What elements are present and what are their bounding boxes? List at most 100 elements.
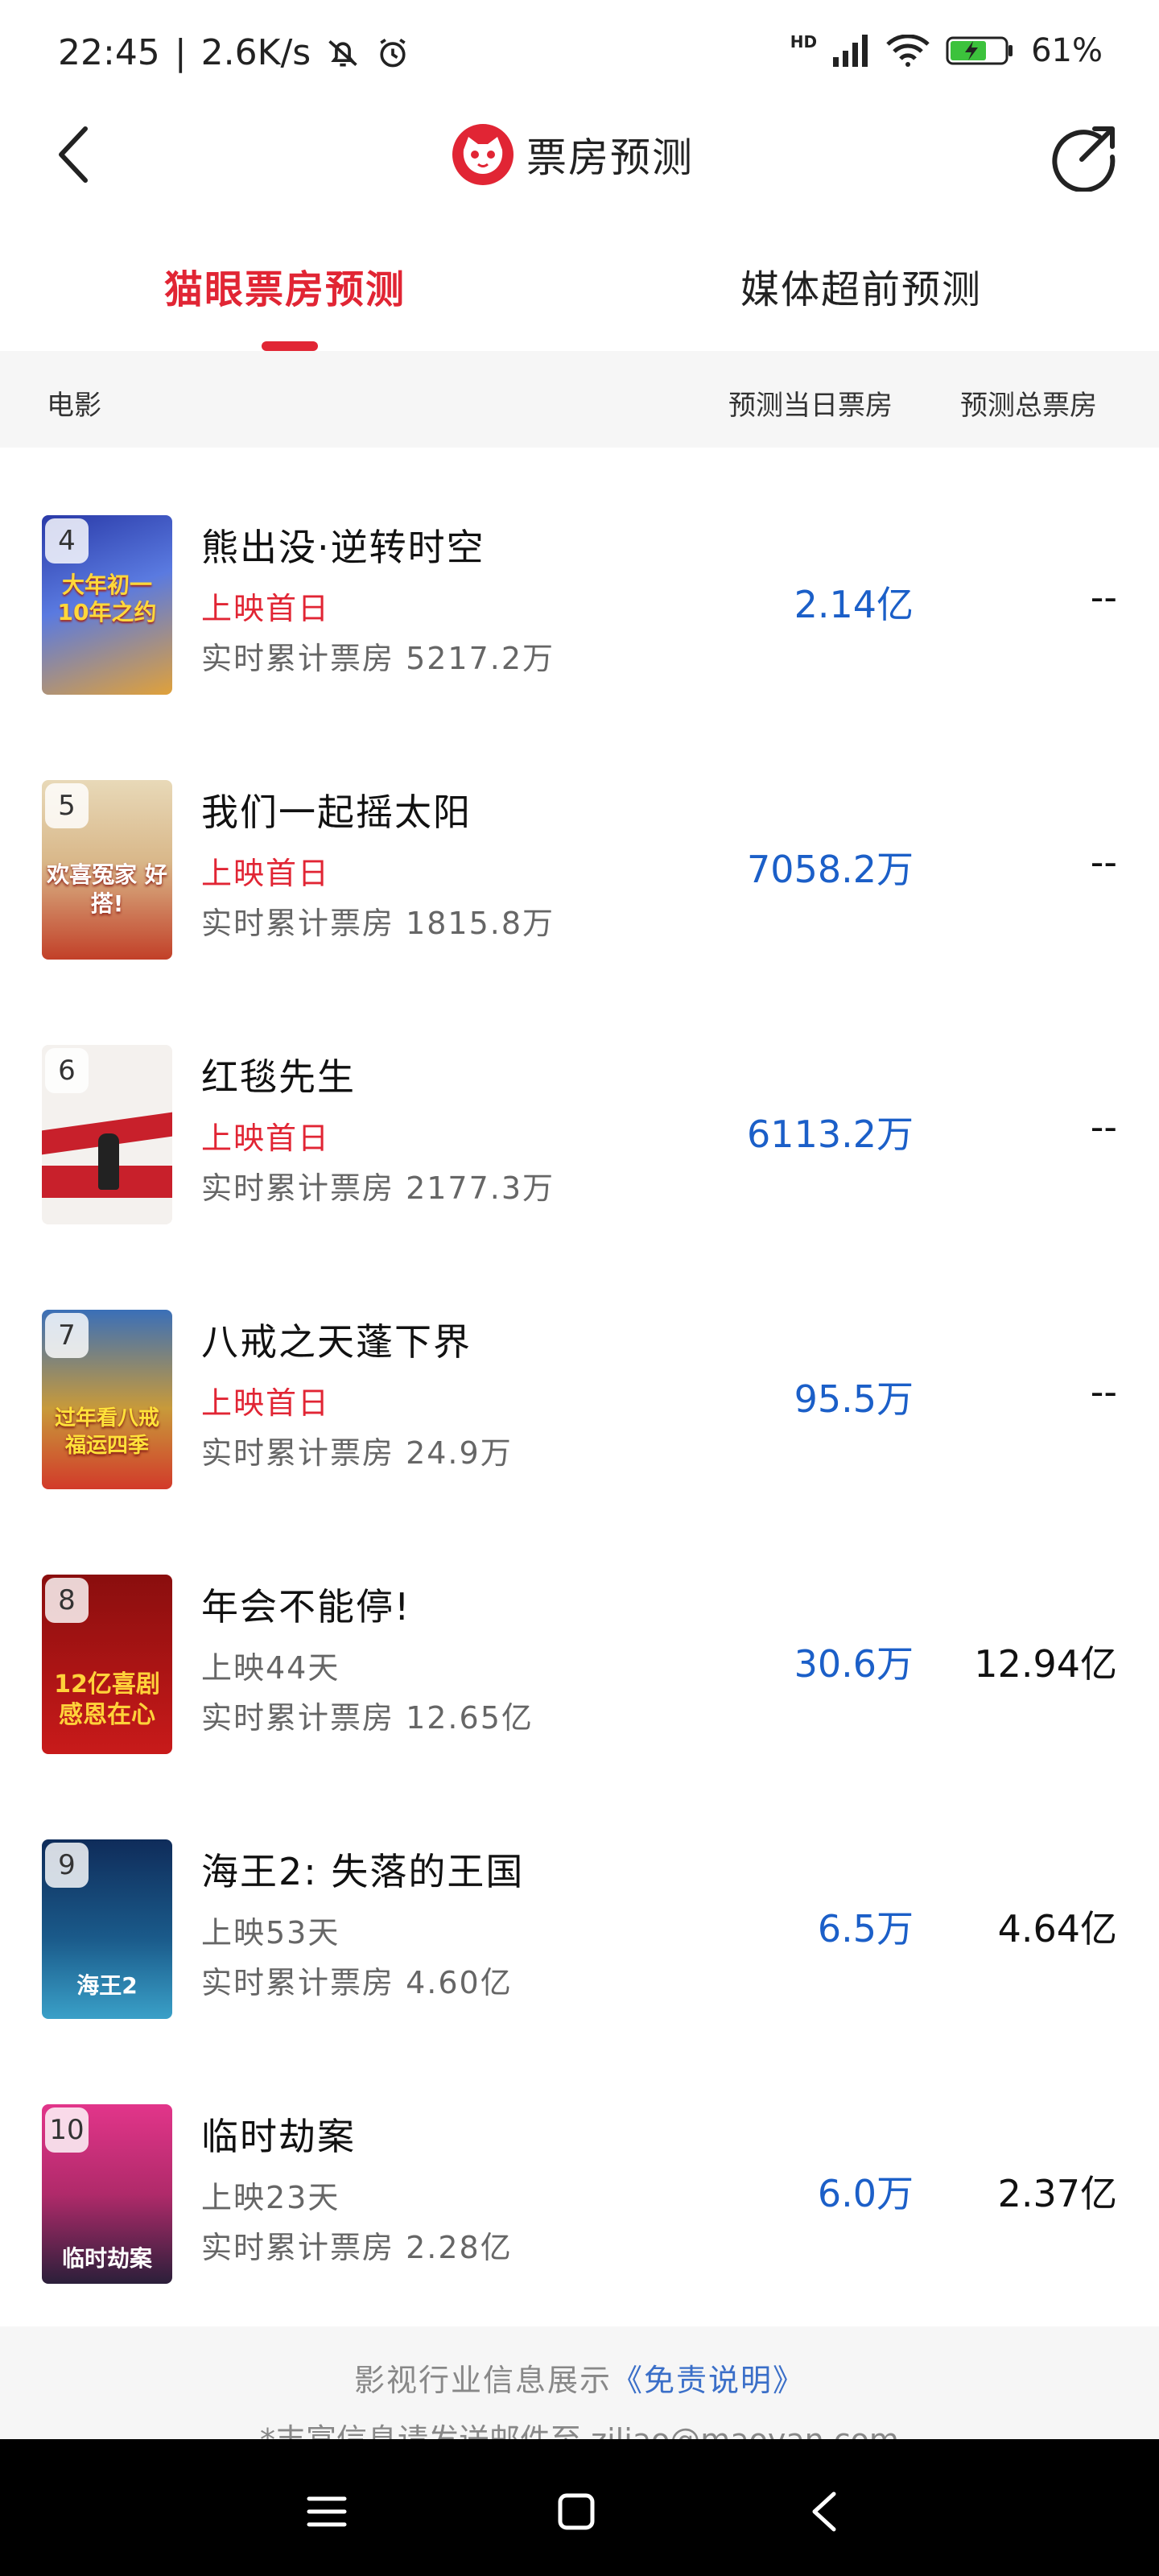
share-icon xyxy=(1052,126,1116,193)
poster-text: 过年看八戒 福运四季 xyxy=(54,1406,159,1458)
status-bar: 22:45 | 2.6K/s HD 61% xyxy=(0,0,1159,105)
movie-title: 八戒之天蓬下界 xyxy=(201,1320,472,1364)
column-header-day-forecast: 预测当日票房 xyxy=(728,390,893,422)
battery-level: 61% xyxy=(1031,32,1103,69)
rank-badge: 4 xyxy=(45,518,89,564)
tab-maoyan-forecast[interactable]: 猫眼票房预测 xyxy=(164,258,406,314)
movie-title: 临时劫案 xyxy=(201,2115,356,2158)
status-divider: | xyxy=(174,32,187,73)
rank-badge: 5 xyxy=(45,783,89,828)
share-button[interactable] xyxy=(1050,122,1119,193)
table-row[interactable]: 大年初一 10年之约 4 熊出没·逆转时空 上映首日 实时累计票房 5217.2… xyxy=(0,483,1159,748)
movie-poster[interactable]: 6 xyxy=(42,1045,172,1224)
rank-badge: 10 xyxy=(45,2107,89,2153)
rank-badge: 7 xyxy=(45,1313,89,1358)
maoyan-cat-logo-icon xyxy=(452,124,514,185)
poster-text: 大年初一 10年之约 xyxy=(57,572,157,625)
movie-title: 我们一起摇太阳 xyxy=(201,791,472,834)
poster-text: 海王2 xyxy=(76,1972,138,1999)
footer-disclaimer: 影视行业信息展示《免责说明》 xyxy=(0,2355,1159,2400)
menu-button[interactable] xyxy=(295,2479,359,2544)
bell-muted-icon xyxy=(328,39,357,66)
poster-text: 12亿喜剧 感恩在心 xyxy=(54,1670,160,1729)
system-back-button[interactable] xyxy=(794,2479,858,2544)
back-button[interactable] xyxy=(42,122,106,187)
title-wrap: 票房预测 xyxy=(451,122,694,187)
rank-badge: 8 xyxy=(45,1578,89,1623)
movie-title: 海王2: 失落的王国 xyxy=(201,1850,525,1893)
alarm-icon xyxy=(380,38,406,67)
release-status: 上映44天 xyxy=(201,1650,340,1686)
page-title: 票房预测 xyxy=(526,134,694,181)
release-status: 上映53天 xyxy=(201,1915,340,1951)
movie-poster[interactable]: 临时劫案 10 xyxy=(42,2104,172,2284)
table-header: 电影 预测当日票房 预测总票房 xyxy=(0,351,1159,448)
rank-badge: 9 xyxy=(45,1843,89,1888)
total-forecast-value: 12.94亿 xyxy=(974,1642,1117,1686)
cumulative-box-office: 实时累计票房 12.65亿 xyxy=(201,1700,534,1736)
footer-contact: *丰富信息请发送邮件至 zjliao@maoyan.com xyxy=(0,2415,1159,2439)
signal-icon xyxy=(833,35,868,67)
poster-text: 欢喜冤家 好搭! xyxy=(47,861,167,917)
rank-badge: 6 xyxy=(45,1048,89,1093)
menu-icon xyxy=(307,2496,347,2527)
tab-bar: 猫眼票房预测 媒体超前预测 xyxy=(0,242,1159,351)
day-forecast-value: 2.14亿 xyxy=(794,583,914,626)
release-status: 上映首日 xyxy=(201,1385,331,1421)
disclaimer-link[interactable]: 《免责说明》 xyxy=(612,2363,805,2398)
movie-poster[interactable]: 12亿喜剧 感恩在心 8 xyxy=(42,1575,172,1754)
total-forecast-value: -- xyxy=(1090,1370,1117,1414)
movie-poster[interactable]: 海王2 9 xyxy=(42,1839,172,2019)
movie-title: 熊出没·逆转时空 xyxy=(201,526,485,569)
day-forecast-value: 6113.2万 xyxy=(747,1113,914,1156)
day-forecast-value: 6.5万 xyxy=(817,1907,914,1951)
footer-info-text: 影视行业信息展示 xyxy=(353,2363,612,2398)
cumulative-box-office: 实时累计票房 1815.8万 xyxy=(201,906,555,941)
status-right: HD 61% xyxy=(790,32,1103,69)
status-left: 22:45 | 2.6K/s xyxy=(58,32,410,73)
wifi-icon xyxy=(886,35,930,67)
table-row[interactable]: 12亿喜剧 感恩在心 8 年会不能停! 上映44天 实时累计票房 12.65亿 … xyxy=(0,1542,1159,1807)
battery-icon xyxy=(946,36,1013,65)
movie-poster[interactable]: 欢喜冤家 好搭! 5 xyxy=(42,780,172,960)
status-speed: 2.6K/s xyxy=(200,32,311,73)
home-square-icon xyxy=(558,2493,595,2530)
back-triangle-icon xyxy=(812,2491,836,2532)
table-row[interactable]: 欢喜冤家 好搭! 5 我们一起摇太阳 上映首日 实时累计票房 1815.8万 7… xyxy=(0,748,1159,1013)
table-row[interactable]: 临时劫案 10 临时劫案 上映23天 实时累计票房 2.28亿 6.0万 2.3… xyxy=(0,2072,1159,2337)
table-row[interactable]: 过年看八戒 福运四季 7 八戒之天蓬下界 上映首日 实时累计票房 24.9万 9… xyxy=(0,1278,1159,1542)
column-header-total-forecast: 预测总票房 xyxy=(960,390,1097,422)
column-header-movie: 电影 xyxy=(47,390,101,422)
movie-title: 红毯先生 xyxy=(201,1055,356,1099)
release-status: 上映首日 xyxy=(201,591,331,626)
cumulative-box-office: 实时累计票房 5217.2万 xyxy=(201,641,555,676)
header: 票房预测 xyxy=(0,105,1159,209)
total-forecast-value: 2.37亿 xyxy=(997,2172,1117,2215)
poster-figure-graphic xyxy=(98,1133,119,1190)
poster-text: 临时劫案 xyxy=(61,2245,152,2272)
table-row[interactable]: 海王2 9 海王2: 失落的王国 上映53天 实时累计票房 4.60亿 6.5万… xyxy=(0,1807,1159,2072)
back-arrow-icon xyxy=(59,126,88,183)
cumulative-box-office: 实时累计票房 2177.3万 xyxy=(201,1170,555,1206)
status-time: 22:45 xyxy=(58,32,160,73)
total-forecast-value: -- xyxy=(1090,840,1117,884)
total-forecast-value: 4.64亿 xyxy=(997,1907,1117,1951)
home-button[interactable] xyxy=(544,2479,608,2544)
release-status: 上映首日 xyxy=(201,856,331,891)
cumulative-box-office: 实时累计票房 4.60亿 xyxy=(201,1965,513,2000)
network-type: HD xyxy=(790,32,818,52)
total-forecast-value: -- xyxy=(1090,576,1117,619)
table-row[interactable]: 6 红毯先生 上映首日 实时累计票房 2177.3万 6113.2万 -- xyxy=(0,1013,1159,1278)
day-forecast-value: 7058.2万 xyxy=(747,848,914,891)
day-forecast-value: 6.0万 xyxy=(817,2172,914,2215)
day-forecast-value: 30.6万 xyxy=(794,1642,914,1686)
system-nav-bar xyxy=(0,2439,1159,2576)
movie-poster[interactable]: 大年初一 10年之约 4 xyxy=(42,515,172,695)
total-forecast-value: -- xyxy=(1090,1105,1117,1149)
tab-media-forecast[interactable]: 媒体超前预测 xyxy=(740,258,982,314)
footer: 影视行业信息展示《免责说明》 *丰富信息请发送邮件至 zjliao@maoyan… xyxy=(0,2326,1159,2439)
cumulative-box-office: 实时累计票房 24.9万 xyxy=(201,1435,513,1471)
release-status: 上映23天 xyxy=(201,2180,340,2215)
release-status: 上映首日 xyxy=(201,1121,331,1156)
movie-poster[interactable]: 过年看八戒 福运四季 7 xyxy=(42,1310,172,1489)
